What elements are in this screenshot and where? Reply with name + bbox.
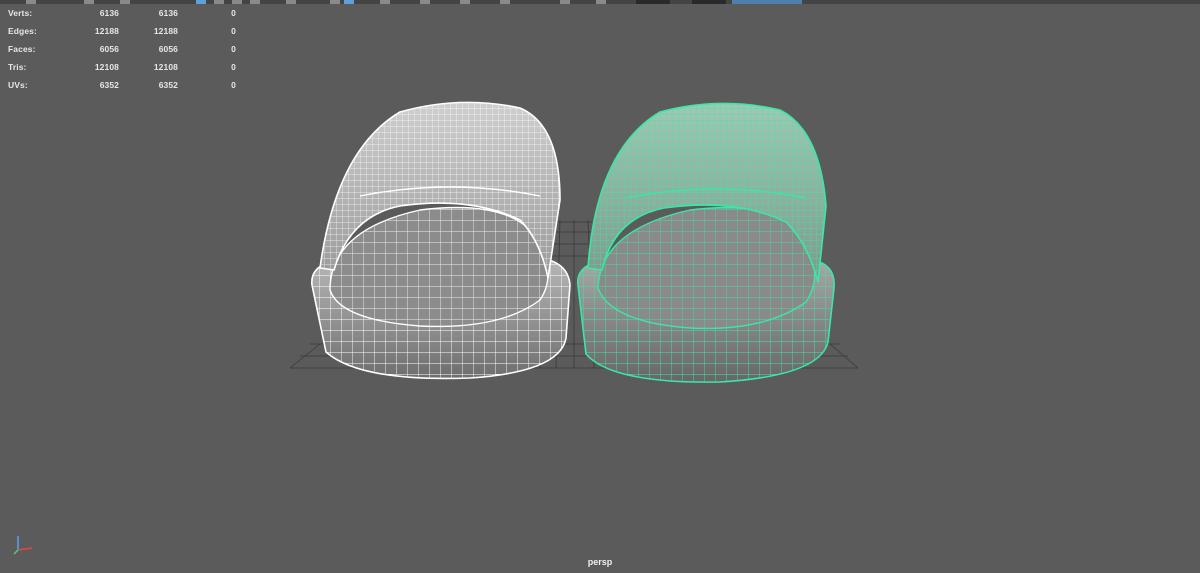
hud-label: Faces: [8, 44, 36, 54]
hud-row-tris: Tris: 12108 12108 0 [8, 62, 248, 80]
hud-value: 6136 [99, 8, 119, 18]
poly-count-hud: Verts: 6136 6136 0 Edges: 12188 12188 0 … [8, 8, 248, 98]
hud-value: 6352 [99, 80, 119, 90]
hud-value: 6136 [158, 8, 178, 18]
hud-label: Verts: [8, 8, 33, 18]
hud-value: 0 [231, 62, 236, 72]
camera-name-label: persp [587, 557, 613, 567]
hud-row-faces: Faces: 6056 6056 0 [8, 44, 248, 62]
hud-value: 6352 [158, 80, 178, 90]
hud-label: Edges: [8, 26, 37, 36]
hud-value: 0 [231, 8, 236, 18]
hud-value: 0 [231, 26, 236, 36]
hud-value: 0 [231, 80, 236, 90]
hud-label: UVs: [8, 80, 28, 90]
hud-row-edges: Edges: 12188 12188 0 [8, 26, 248, 44]
hud-value: 6056 [99, 44, 119, 54]
view-axis-icon [13, 536, 33, 555]
slipper-left-mesh[interactable] [300, 101, 580, 390]
hud-value: 12108 [153, 62, 178, 72]
hud-row-verts: Verts: 6136 6136 0 [8, 8, 248, 26]
hud-label: Tris: [8, 62, 27, 72]
hud-value: 6056 [158, 44, 178, 54]
hud-value: 12108 [94, 62, 119, 72]
hud-row-uvs: UVs: 6352 6352 0 [8, 80, 248, 98]
hud-value: 12188 [94, 26, 119, 36]
slipper-right-mesh-selected[interactable] [570, 102, 850, 390]
hud-value: 12188 [153, 26, 178, 36]
hud-value: 0 [231, 44, 236, 54]
